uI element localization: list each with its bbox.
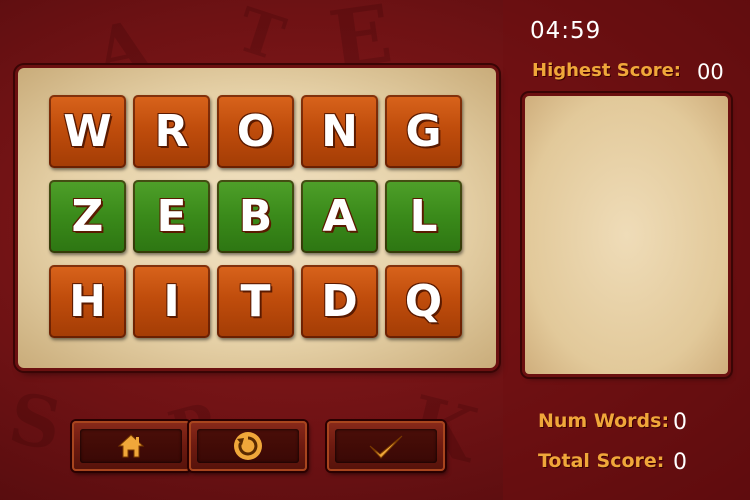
found-words-panel bbox=[525, 96, 728, 374]
tile-letter: H bbox=[69, 276, 106, 327]
num-words-label: Num Words: bbox=[538, 410, 670, 432]
tile-letter: O bbox=[236, 106, 275, 157]
tile-letter: G bbox=[405, 106, 442, 157]
countdown-timer: 04:59 bbox=[530, 18, 602, 44]
tile-letter: D bbox=[321, 276, 358, 327]
tile-letter: Z bbox=[71, 191, 104, 242]
letter-board: WRONG Z EBA L H I TDQ bbox=[18, 68, 496, 368]
tile-letter: L bbox=[409, 191, 438, 242]
home-button[interactable] bbox=[72, 421, 190, 471]
letter-tile[interactable]: I bbox=[133, 265, 210, 338]
letter-tile[interactable]: L bbox=[385, 180, 462, 253]
num-words-value: 0 bbox=[673, 410, 687, 435]
refresh-icon bbox=[234, 432, 262, 460]
tile-letter: I bbox=[163, 276, 180, 327]
letter-tile[interactable]: E bbox=[133, 180, 210, 253]
home-icon bbox=[117, 434, 145, 458]
submit-button[interactable] bbox=[327, 421, 445, 471]
letter-tile[interactable]: B bbox=[217, 180, 294, 253]
letter-tile[interactable]: W bbox=[49, 95, 126, 168]
highest-score-value: 00 bbox=[697, 60, 724, 84]
total-score-label: Total Score: bbox=[538, 450, 665, 472]
letter-tile[interactable]: Q bbox=[385, 265, 462, 338]
letter-tile[interactable]: G bbox=[385, 95, 462, 168]
tile-letter: N bbox=[321, 106, 358, 157]
tile-letter: A bbox=[322, 191, 357, 242]
letter-tile[interactable]: N bbox=[301, 95, 378, 168]
tile-letter: Q bbox=[404, 276, 443, 327]
highest-score-label: Highest Score: bbox=[532, 60, 682, 81]
reset-button[interactable] bbox=[189, 421, 307, 471]
tile-letter: W bbox=[63, 106, 112, 157]
letter-tile[interactable]: O bbox=[217, 95, 294, 168]
tile-letter: T bbox=[240, 276, 271, 327]
letter-tile[interactable]: H bbox=[49, 265, 126, 338]
letter-tile[interactable]: T bbox=[217, 265, 294, 338]
letter-tile[interactable]: D bbox=[301, 265, 378, 338]
tile-letter: R bbox=[154, 106, 189, 157]
letter-tile[interactable]: Z bbox=[49, 180, 126, 253]
letter-tile[interactable]: A bbox=[301, 180, 378, 253]
checkmark-icon bbox=[369, 435, 403, 459]
tile-letter: E bbox=[156, 191, 187, 242]
letter-tile[interactable]: R bbox=[133, 95, 210, 168]
tile-letter: B bbox=[238, 191, 273, 242]
total-score-value: 0 bbox=[673, 450, 687, 475]
